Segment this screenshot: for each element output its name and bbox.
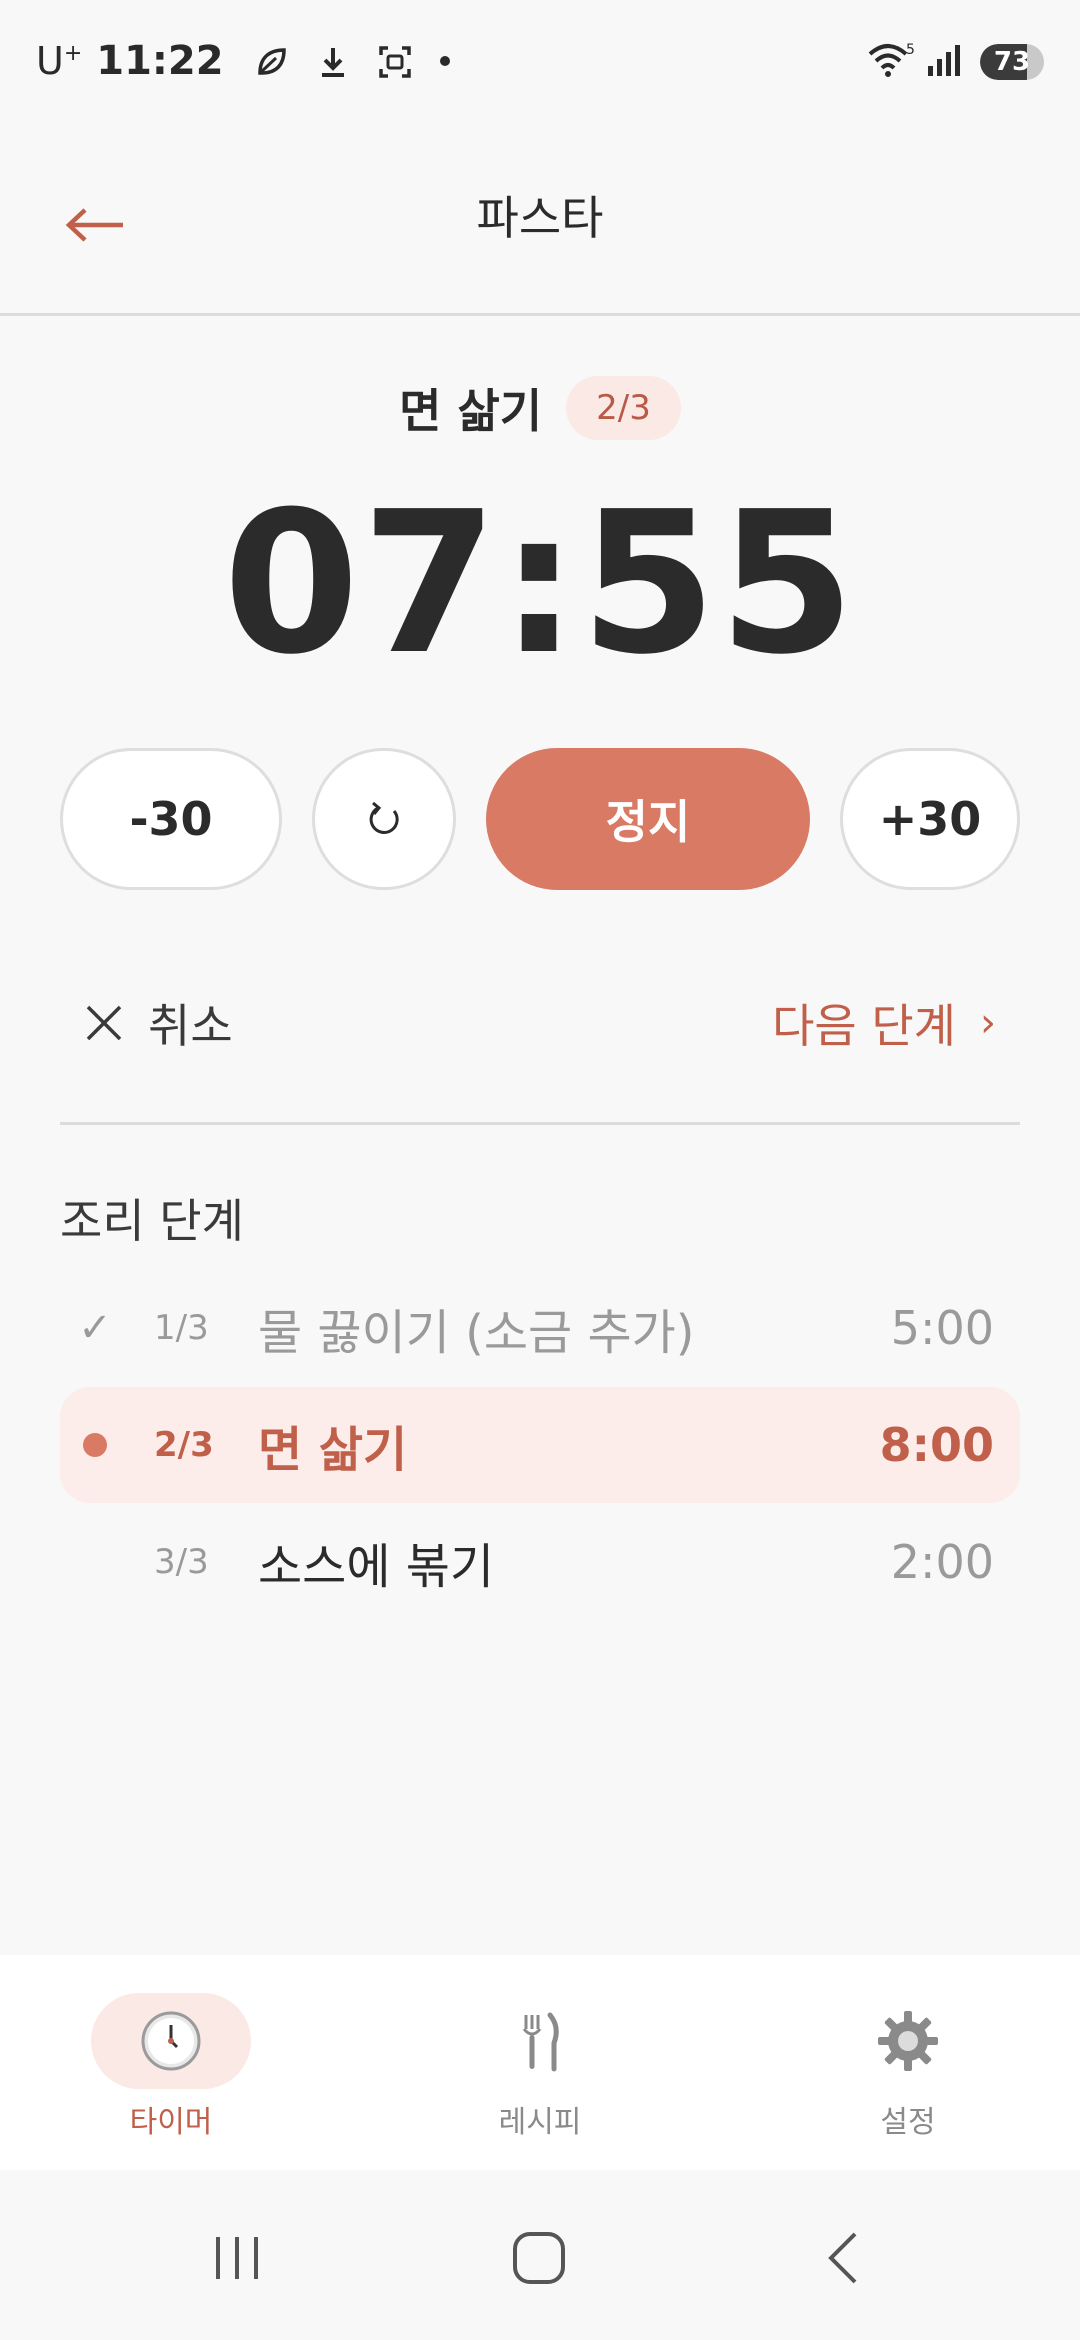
nav-item-settings[interactable]: 설정: [808, 1993, 1008, 2141]
carrier-sup: +: [63, 41, 83, 66]
step-label: 소스에 볶기: [258, 1539, 495, 1595]
nav-item-recipe[interactable]: 레시피: [440, 1993, 640, 2141]
battery-icon: 73: [980, 44, 1044, 80]
recent-apps-icon: [216, 2237, 258, 2279]
status-time: 11:22: [96, 38, 224, 84]
step-duration: 2:00: [890, 1535, 994, 1589]
stop-button[interactable]: 정지: [486, 748, 810, 890]
nav-item-timer[interactable]: 타이머: [71, 1993, 271, 2141]
system-back-button[interactable]: [798, 2218, 888, 2298]
gear-icon: [878, 2011, 938, 2071]
nav-pill-recipe: [460, 1993, 620, 2089]
cancel-label: 취소: [148, 999, 233, 1053]
step-duration: 8:00: [879, 1418, 994, 1472]
current-step-header: 면 삶기 2/3: [0, 375, 1080, 441]
current-step-name: 면 삶기: [399, 384, 543, 438]
carrier-label: U+: [36, 39, 82, 83]
screenshot-icon: [378, 44, 412, 78]
page-title: 파스타: [476, 191, 604, 245]
wifi-icon: 5: [866, 40, 916, 84]
nav-pill-timer: [91, 1993, 251, 2089]
clock-icon: [141, 2011, 201, 2071]
step-row-3[interactable]: 3/3 소스에 볶기 2:00: [60, 1504, 1020, 1620]
nav-pill-settings: [828, 1993, 988, 2089]
step-progress-badge: 2/3: [566, 376, 681, 440]
battery-level: 73: [993, 47, 1031, 77]
leaf-icon: [254, 44, 288, 78]
step-number: 2/3: [154, 1425, 214, 1465]
timer-display: 07:55: [223, 470, 857, 698]
carrier-text: U: [36, 39, 64, 83]
status-left: U+ 11:22: [36, 38, 450, 84]
step-row-1[interactable]: ✓ 1/3 물 끓이기 (소금 추가) 5:00: [60, 1270, 1020, 1386]
active-dot-icon: [60, 1433, 130, 1457]
recent-apps-button[interactable]: [192, 2218, 282, 2298]
cancel-button[interactable]: 취소: [84, 990, 233, 1056]
nav-label-settings: 설정: [880, 2105, 936, 2140]
step-duration: 5:00: [890, 1301, 994, 1355]
chevron-right-icon: ›: [980, 1000, 996, 1046]
system-navigation-bar: [0, 2170, 1080, 2340]
bottom-navigation: 타이머 레시피 설정: [0, 1955, 1080, 2170]
home-icon: [513, 2232, 565, 2284]
reset-icon: [369, 801, 399, 834]
reset-button[interactable]: [312, 748, 456, 890]
step-label: 물 끓이기 (소금 추가): [258, 1305, 695, 1361]
minus-30-button[interactable]: -30: [60, 748, 282, 890]
active-dot: [83, 1433, 107, 1457]
svg-text:5: 5: [906, 42, 915, 58]
step-number: 3/3: [154, 1542, 209, 1582]
fork-knife-icon: [522, 2012, 559, 2072]
status-right: 5 73: [866, 40, 1044, 84]
divider: [60, 1122, 1020, 1125]
status-bar: U+ 11:22 5 73: [0, 0, 1080, 130]
steps-section-title: 조리 단계: [60, 1194, 244, 1248]
home-button[interactable]: [494, 2218, 584, 2298]
download-icon: [316, 44, 350, 78]
back-icon: [828, 2232, 857, 2284]
top-app-bar: 파스타: [0, 130, 1080, 316]
nav-label-recipe: 레시피: [498, 2105, 582, 2140]
step-label: 면 삶기: [258, 1422, 408, 1478]
step-row-2[interactable]: 2/3 면 삶기 8:00: [60, 1387, 1020, 1503]
close-icon: [86, 1005, 122, 1041]
signal-icon: [926, 42, 962, 82]
step-number: 1/3: [154, 1308, 209, 1348]
next-step-button[interactable]: 다음 단계 ›: [772, 990, 996, 1056]
check-icon: ✓: [78, 1305, 112, 1351]
dot-icon: [439, 56, 450, 66]
plus-30-button[interactable]: +30: [840, 748, 1020, 890]
nav-label-timer: 타이머: [129, 2105, 213, 2140]
next-step-label: 다음 단계: [772, 999, 956, 1053]
